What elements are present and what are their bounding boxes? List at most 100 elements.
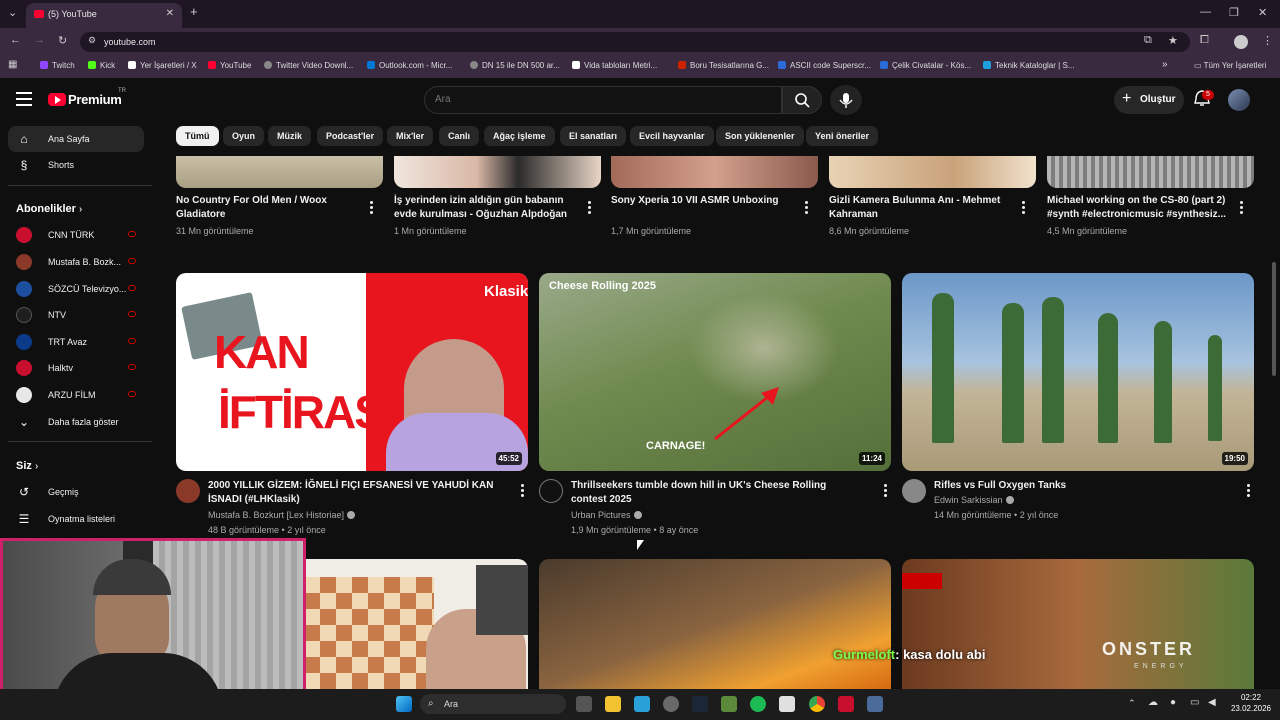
account-avatar[interactable] xyxy=(1228,89,1250,111)
cloud-icon[interactable]: ☁ xyxy=(1148,697,1158,708)
browser-menu-icon[interactable]: ⋮ xyxy=(1262,34,1273,47)
apps-icon[interactable]: ▦ xyxy=(8,59,17,70)
video-title[interactable]: Thrillseekers tumble down hill in UK's C… xyxy=(571,479,861,507)
video-thumbnail[interactable] xyxy=(611,156,818,188)
chip-new-to-you[interactable]: Yeni öneriler xyxy=(806,126,879,146)
chip-live[interactable]: Canlı xyxy=(439,126,480,146)
channel-name[interactable]: Urban Pictures xyxy=(571,510,642,520)
bookmark-item[interactable]: Boru Tesisatlarına G... xyxy=(678,61,769,70)
video-thumbnail[interactable]: 19:50 xyxy=(902,273,1254,471)
sidebar-item-subscription[interactable]: ARZU FİLM xyxy=(8,382,144,408)
windows-start-icon[interactable] xyxy=(396,696,412,712)
video-title[interactable]: 2000 YILLIK GİZEM: İĞNELİ FIÇI EFSANESİ … xyxy=(208,479,498,507)
subscriptions-heading[interactable]: Abonelikler › xyxy=(16,203,82,215)
volume-icon[interactable]: ◀ xyxy=(1208,697,1216,708)
sidebar-item-subscription[interactable]: Halktv xyxy=(8,355,144,381)
video-title[interactable]: Gizli Kamera Bulunma Anı - Mehmet Kahram… xyxy=(829,194,1009,222)
bookmark-item[interactable]: YouTube xyxy=(208,61,251,70)
chip-pets[interactable]: Evcil hayvanlar xyxy=(630,126,714,146)
video-thumbnail[interactable] xyxy=(176,156,383,188)
channel-name[interactable]: Mustafa B. Bozkurt [Lex Historiae] xyxy=(208,510,356,520)
sidebar-item-history[interactable]: ↺ Geçmiş xyxy=(8,479,144,505)
sidebar-item-subscription[interactable]: NTV xyxy=(8,302,144,328)
spotify-icon[interactable] xyxy=(750,696,766,712)
more-options-icon[interactable] xyxy=(584,199,594,216)
app-icon[interactable] xyxy=(721,696,737,712)
bookmark-item[interactable]: Twitch xyxy=(40,61,75,70)
sidebar-item-subscription[interactable]: TRT Avaz xyxy=(8,329,144,355)
channel-name[interactable]: Edwin Sarkissian xyxy=(934,495,1014,505)
video-thumbnail[interactable] xyxy=(1047,156,1254,188)
microphone-icon[interactable]: ● xyxy=(1170,697,1176,708)
app-icon[interactable] xyxy=(779,696,795,712)
channel-avatar[interactable] xyxy=(176,479,200,503)
more-options-icon[interactable] xyxy=(366,199,376,216)
calculator-icon[interactable] xyxy=(867,696,883,712)
bookmark-item[interactable]: Twitter Video Downl... xyxy=(264,61,353,70)
chip-gaming[interactable]: Oyun xyxy=(223,126,265,146)
browser-tab[interactable]: (5) YouTube ✕ xyxy=(26,3,182,28)
search-button[interactable] xyxy=(782,86,822,114)
video-title[interactable]: Michael working on the CS-80 (part 2) #s… xyxy=(1047,194,1227,222)
chip-crafts[interactable]: El sanatları xyxy=(560,126,627,146)
back-icon[interactable]: ← xyxy=(10,34,21,46)
minimize-icon[interactable]: — xyxy=(1200,6,1211,18)
profile-icon[interactable] xyxy=(1234,35,1248,49)
address-bar[interactable]: ⚙ youtube.com ⧉ ★ xyxy=(80,32,1190,52)
chip-recently-uploaded[interactable]: Son yüklenenler xyxy=(716,126,804,146)
video-thumbnail[interactable] xyxy=(539,559,891,689)
you-heading[interactable]: Siz › xyxy=(16,460,38,472)
video-thumbnail[interactable] xyxy=(394,156,601,188)
all-bookmarks-folder[interactable]: ▭ Tüm Yer İşaretleri xyxy=(1194,61,1266,70)
sidebar-item-home[interactable]: ⌂ Ana Sayfa xyxy=(8,126,144,152)
tab-close-icon[interactable]: ✕ xyxy=(166,8,174,19)
more-options-icon[interactable] xyxy=(1018,199,1028,216)
tray-overflow-icon[interactable]: ⌃ xyxy=(1128,698,1136,709)
chip-podcasts[interactable]: Podcast'ler xyxy=(317,126,384,146)
sidebar-item-subscription[interactable]: Mustafa B. Bozk... xyxy=(8,249,144,275)
channel-avatar[interactable] xyxy=(539,479,563,503)
more-options-icon[interactable] xyxy=(1236,199,1246,216)
taskbar-search[interactable]: ⌕ Ara xyxy=(420,694,566,714)
taskbar-clock[interactable]: 02:22 23.02.2026 xyxy=(1226,692,1276,714)
bookmark-item[interactable]: Yer İşaretleri / X xyxy=(128,61,197,70)
bookmark-star-icon[interactable]: ★ xyxy=(1168,34,1178,47)
close-window-icon[interactable]: ✕ xyxy=(1258,6,1267,19)
page-scrollbar[interactable] xyxy=(1272,262,1276,376)
video-thumbnail[interactable]: Klasik KAN İFTİRASI 45:52 xyxy=(176,273,528,471)
chip-all[interactable]: Tümü xyxy=(176,126,219,146)
sidebar-item-playlists[interactable]: ☰ Oynatma listeleri xyxy=(8,506,144,532)
sidebar-item-subscription[interactable]: CNN TÜRK xyxy=(8,222,144,248)
search-input[interactable] xyxy=(435,94,765,105)
video-title[interactable]: İş yerinden izin aldığın gün babanın evd… xyxy=(394,194,574,222)
video-thumbnail[interactable] xyxy=(829,156,1036,188)
hamburger-menu-icon[interactable] xyxy=(16,92,32,106)
bookmark-item[interactable]: Teknik Kataloglar | S... xyxy=(983,61,1074,70)
sidebar-item-subscription[interactable]: SÖZCÜ Televizyo... xyxy=(8,276,144,302)
sidebar-show-more[interactable]: ⌄ Daha fazla göster xyxy=(8,409,144,435)
app-icon[interactable] xyxy=(838,696,854,712)
obs-icon[interactable] xyxy=(663,696,679,712)
bookmark-item[interactable]: ASCII code Superscr... xyxy=(778,61,871,70)
sidebar-item-shorts[interactable]: § Shorts xyxy=(8,152,144,178)
site-info-icon[interactable]: ⚙ xyxy=(88,35,96,46)
chip-music[interactable]: Müzik xyxy=(268,126,312,146)
bookmark-item[interactable]: Çelik Civatalar - Kös... xyxy=(880,61,971,70)
chrome-icon[interactable] xyxy=(809,696,825,712)
bookmark-item[interactable]: DN 15 ile DN 500 ar... xyxy=(470,61,560,70)
video-title[interactable]: Rifles vs Full Oxygen Tanks xyxy=(934,479,1224,493)
video-thumbnail[interactable]: Cheese Rolling 2025 CARNAGE! 11:24 xyxy=(539,273,891,471)
forward-icon[interactable]: → xyxy=(34,34,45,46)
network-icon[interactable]: ▭ xyxy=(1190,697,1199,708)
install-app-icon[interactable]: ⧉ xyxy=(1144,34,1152,47)
more-options-icon[interactable] xyxy=(880,482,890,499)
steam-icon[interactable] xyxy=(692,696,708,712)
video-thumbnail[interactable]: ONSTER ENERGY xyxy=(902,559,1254,689)
bookmark-item[interactable]: Vida tabloları Metri... xyxy=(572,61,657,70)
channel-avatar[interactable] xyxy=(902,479,926,503)
chip-woodworking[interactable]: Ağaç işleme xyxy=(484,126,555,146)
file-explorer-icon[interactable] xyxy=(605,696,621,712)
video-title[interactable]: Sony Xperia 10 VII ASMR Unboxing xyxy=(611,194,791,208)
reload-icon[interactable]: ↻ xyxy=(58,34,67,47)
voice-search-button[interactable] xyxy=(830,85,862,115)
